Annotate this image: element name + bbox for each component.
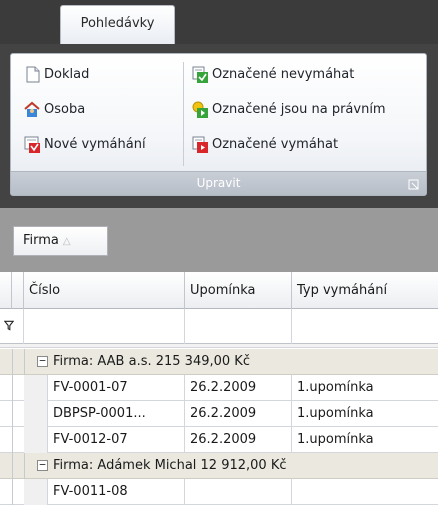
data-grid: Firma △ Číslo Upomínka Typ vymáhání − Fir…	[0, 208, 438, 532]
ribbon-button-label: Označené nevymáhat	[212, 66, 355, 82]
cell-typ-vymahani[interactable]: 1.upomínka	[292, 375, 438, 401]
table-row[interactable]: FV-0011-08	[0, 479, 438, 505]
cell-cislo[interactable]: FV-0012-07	[48, 427, 185, 453]
column-header-upominka[interactable]: Upomínka	[185, 272, 292, 309]
row-indicator-line	[12, 453, 13, 479]
cell-upominka[interactable]: 26.2.2009	[185, 375, 292, 401]
collapse-icon[interactable]: −	[37, 459, 48, 471]
ribbon-button-doklad[interactable]: Doklad	[23, 63, 89, 85]
grid-spacer	[0, 344, 438, 348]
group-row[interactable]: − Firma: AAB a.s. 215 349,00 Kč	[0, 349, 438, 375]
ribbon-button-label: Označené vymáhat	[212, 136, 339, 152]
mark-collect-icon	[192, 136, 208, 153]
cell-typ-vymahani[interactable]: 1.upomínka	[292, 401, 438, 427]
mark-legal-icon	[192, 101, 208, 118]
row-indent-line	[24, 453, 25, 479]
filter-icon-cell[interactable]	[0, 309, 24, 344]
row-indent	[24, 427, 48, 453]
groupby-chip-firma[interactable]: Firma △	[13, 226, 108, 256]
header-indicator-cell	[0, 272, 12, 309]
filter-icon	[4, 320, 14, 331]
sort-ascending-icon: △	[62, 236, 71, 247]
cell-cislo[interactable]: FV-0011-08	[48, 479, 185, 505]
row-indent	[24, 479, 48, 505]
group-row[interactable]: − Firma: Adámek Michal 12 912,00 Kč	[0, 453, 438, 479]
groupby-panel: Firma △	[0, 208, 438, 272]
group-row-label: Firma: AAB a.s. 215 349,00 Kč	[53, 354, 250, 369]
group-row-label: Firma: Adámek Michal 12 912,00 Kč	[53, 458, 287, 473]
ribbon-group-label: Upravit	[196, 176, 241, 190]
column-header-cislo[interactable]: Číslo	[24, 272, 185, 309]
cell-upominka[interactable]: 26.2.2009	[185, 427, 292, 453]
filter-cell-typ-vymahani[interactable]	[292, 309, 438, 344]
groupby-chip-label: Firma	[23, 233, 59, 248]
tab-pohledavky[interactable]: Pohledávky	[60, 5, 175, 45]
cell-typ-vymahani[interactable]	[292, 479, 438, 505]
dialog-launcher-icon[interactable]	[408, 179, 420, 191]
ribbon-button-nove-vymahani[interactable]: Nové vymáhání	[23, 133, 146, 155]
cell-upominka[interactable]: 26.2.2009	[185, 401, 292, 427]
document-icon	[26, 66, 40, 82]
row-indicator-line	[12, 479, 13, 505]
row-indicator-line	[12, 349, 13, 375]
person-house-icon	[24, 101, 40, 117]
ribbon-button-oznacene-vymahat[interactable]: Označené vymáhat	[191, 133, 338, 155]
mark-do-not-collect-icon	[192, 66, 208, 83]
column-header-label: Typ vymáhání	[297, 283, 388, 298]
cell-cislo[interactable]: FV-0001-07	[48, 375, 185, 401]
ribbon-button-label: Označené jsou na právním	[212, 101, 386, 117]
filter-cell-cislo[interactable]	[24, 309, 185, 344]
table-row[interactable]: DBPSP-0001... 26.2.2009 1.upomínka	[0, 401, 438, 427]
filter-row	[0, 309, 438, 344]
grid-header: Číslo Upomínka Typ vymáhání	[0, 272, 438, 309]
new-collection-icon	[24, 136, 40, 153]
row-indent	[24, 401, 48, 427]
column-header-label: Upomínka	[190, 283, 256, 298]
cell-typ-vymahani[interactable]: 1.upomínka	[292, 427, 438, 453]
ribbon-button-oznacene-pravni[interactable]: Označené jsou na právním	[191, 98, 386, 120]
filter-cell-upominka[interactable]	[185, 309, 292, 344]
row-indicator-line	[12, 427, 13, 453]
column-header-typ-vymahani[interactable]: Typ vymáhání	[292, 272, 438, 309]
collapse-icon[interactable]: −	[37, 355, 48, 367]
column-header-label: Číslo	[29, 283, 61, 298]
ribbon-button-label: Doklad	[44, 66, 90, 82]
ribbon-button-label: Osoba	[44, 101, 86, 117]
table-row[interactable]: FV-0012-07 26.2.2009 1.upomínka	[0, 427, 438, 453]
row-indent	[24, 375, 48, 401]
header-indent-cell	[12, 272, 24, 309]
ribbon-button-oznacene-nevymahat[interactable]: Označené nevymáhat	[191, 63, 354, 85]
row-indicator-line	[12, 401, 13, 427]
cell-cislo[interactable]: DBPSP-0001...	[48, 401, 185, 427]
table-row[interactable]: FV-0001-07 26.2.2009 1.upomínka	[0, 375, 438, 401]
ribbon-separator	[183, 62, 184, 166]
ribbon-button-osoba[interactable]: Osoba	[23, 98, 85, 120]
row-indent-line	[24, 349, 25, 375]
row-indicator-line	[12, 375, 13, 401]
ribbon-group-upravit: Doklad Osoba Nové vymáhání Označené nevy…	[10, 53, 427, 196]
cell-upominka[interactable]	[185, 479, 292, 505]
ribbon-group-footer: Upravit	[11, 171, 426, 195]
ribbon-button-label: Nové vymáhání	[44, 136, 146, 152]
